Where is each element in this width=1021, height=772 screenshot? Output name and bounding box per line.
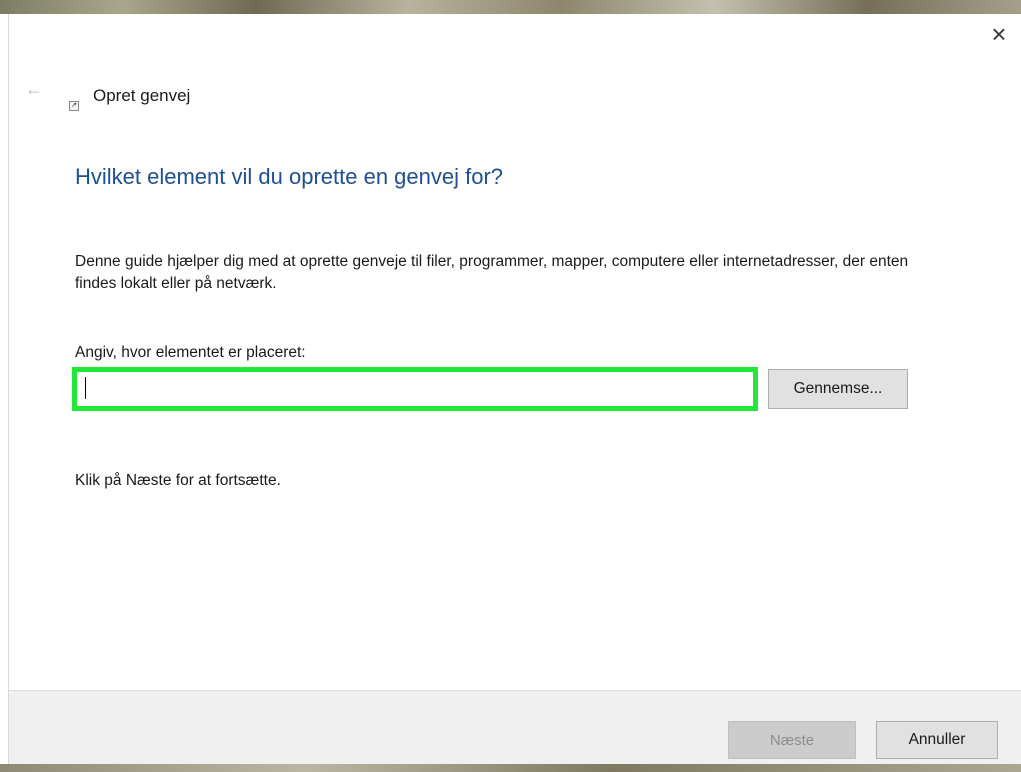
create-shortcut-wizard: × ← ↗ Opret genvej Hvilket element vil d… xyxy=(8,14,1021,765)
shortcut-icon: ↗ xyxy=(69,101,79,111)
page-heading: Hvilket element vil du oprette en genvej… xyxy=(75,164,504,189)
browse-button[interactable]: Gennemse... xyxy=(768,369,908,409)
back-arrow-icon[interactable]: ← xyxy=(23,79,45,99)
wizard-description: Denne guide hjælper dig med at oprette g… xyxy=(75,253,909,292)
text-cursor xyxy=(85,377,86,399)
continue-hint: Klik på Næste for at fortsætte. xyxy=(75,472,281,489)
desktop-background-bottom xyxy=(0,764,1021,772)
next-button[interactable]: Næste xyxy=(728,721,856,759)
desktop-background-top xyxy=(0,0,1021,14)
location-label: Angiv, hvor elementet er placeret: xyxy=(75,344,306,361)
close-icon[interactable]: × xyxy=(976,14,1021,54)
wizard-footer: Næste Annuller xyxy=(9,690,1021,765)
wizard-title: Opret genvej xyxy=(93,86,191,105)
location-input[interactable] xyxy=(72,367,758,411)
cancel-button[interactable]: Annuller xyxy=(876,721,998,759)
